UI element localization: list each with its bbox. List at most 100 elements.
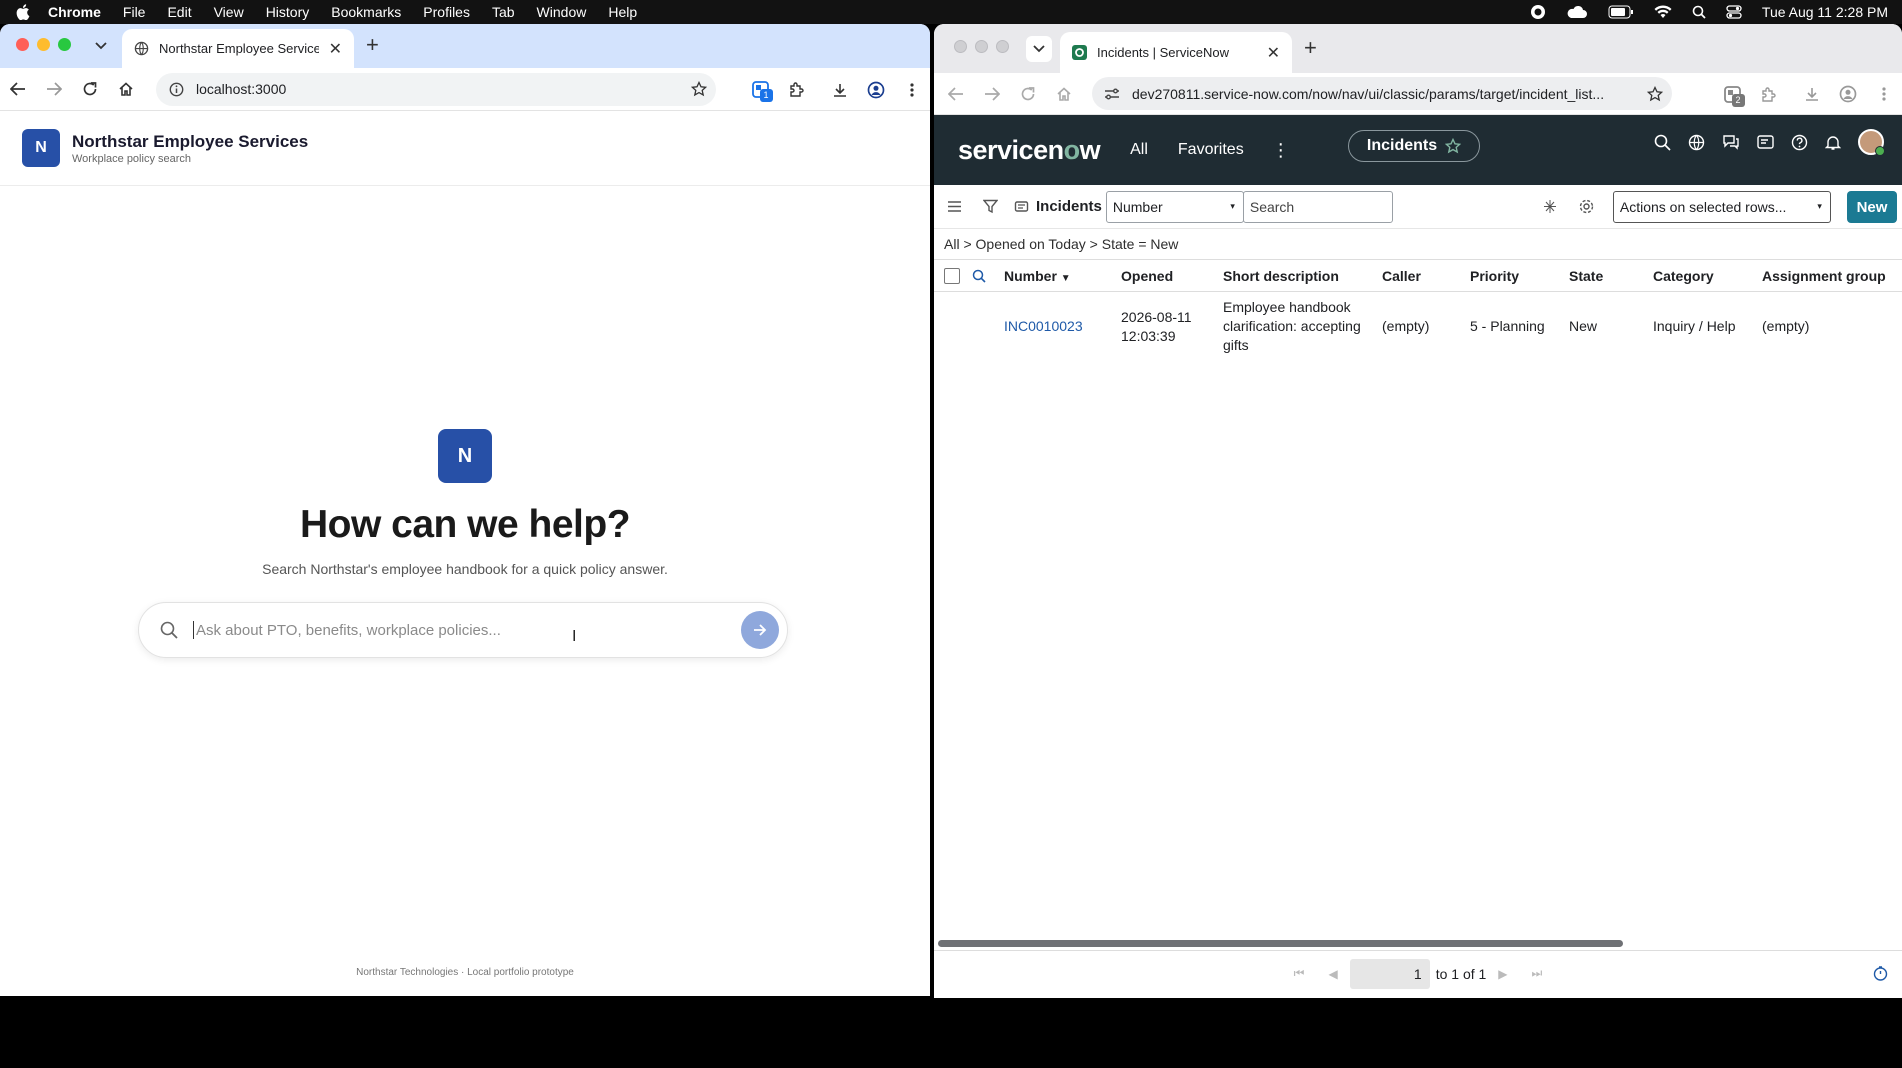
policy-search-input[interactable] — [193, 621, 741, 639]
list-tag-icon[interactable] — [1008, 199, 1034, 214]
close-window-button[interactable] — [954, 40, 967, 53]
menu-profiles[interactable]: Profiles — [412, 0, 481, 24]
wifi-icon[interactable] — [1654, 5, 1672, 19]
actions-select[interactable]: Actions on selected rows... ▾ — [1612, 190, 1831, 223]
downloads-icon[interactable] — [1794, 86, 1830, 102]
notifications-bell-icon[interactable] — [1825, 134, 1841, 151]
menu-edit[interactable]: Edit — [156, 0, 202, 24]
list-search-input[interactable]: Search — [1242, 190, 1393, 223]
column-search-icon[interactable] — [966, 259, 998, 292]
tab-northstar[interactable]: Northstar Employee Services ✕ — [122, 29, 354, 68]
menu-tab[interactable]: Tab — [481, 0, 526, 24]
zoom-window-button[interactable] — [996, 40, 1009, 53]
column-header-category[interactable]: Category — [1647, 259, 1756, 292]
list-settings-gear-icon[interactable] — [1569, 198, 1605, 215]
column-header-assignment-group[interactable]: Assignment group — [1756, 259, 1902, 292]
extension-badge-icon[interactable]: 1 — [742, 81, 778, 102]
horizontal-scrollbar[interactable] — [936, 938, 1900, 948]
first-page-icon[interactable]: ⏮ — [1294, 966, 1305, 981]
context-pill-incidents[interactable]: Incidents — [1348, 130, 1480, 162]
reload-icon[interactable] — [1010, 86, 1046, 102]
close-tab-icon[interactable]: ✕ — [1267, 43, 1280, 63]
menu-file[interactable]: File — [112, 0, 157, 24]
submit-search-button[interactable] — [741, 611, 779, 649]
column-header-opened[interactable]: Opened — [1115, 259, 1217, 292]
response-time-icon[interactable] — [1873, 966, 1888, 981]
minimize-window-button[interactable] — [975, 40, 988, 53]
incident-number-link[interactable]: INC0010023 — [998, 292, 1115, 362]
tab-servicenow[interactable]: Incidents | ServiceNow ✕ — [1060, 32, 1292, 73]
site-info-icon[interactable] — [156, 82, 196, 97]
breadcrumb[interactable]: All > Opened on Today > State = New — [934, 229, 1902, 259]
northstar-logo[interactable]: N — [22, 129, 60, 167]
globe-icon[interactable] — [1688, 134, 1705, 151]
downloads-icon[interactable] — [822, 82, 858, 98]
search-field-select[interactable]: Number ▾ — [1105, 190, 1244, 223]
column-header-caller[interactable]: Caller — [1376, 259, 1464, 292]
cloud-icon[interactable] — [1566, 4, 1588, 20]
tab-search-chevron-icon[interactable] — [1026, 36, 1052, 62]
address-bar[interactable]: localhost:3000 — [156, 72, 716, 106]
help-icon[interactable] — [1791, 134, 1808, 151]
menu-history[interactable]: History — [255, 0, 321, 24]
home-icon[interactable] — [108, 81, 144, 97]
screen-record-icon[interactable] — [1530, 4, 1546, 20]
address-bar[interactable]: dev270811.service-now.com/now/nav/ui/cla… — [1092, 77, 1672, 110]
chrome-menu-icon[interactable] — [1866, 86, 1902, 102]
menubar-clock[interactable]: Tue Aug 11 2:28 PM — [1762, 4, 1888, 20]
menu-window[interactable]: Window — [526, 0, 598, 24]
favorite-star-icon[interactable] — [1445, 138, 1462, 154]
new-tab-icon[interactable]: + — [366, 32, 379, 58]
user-avatar[interactable] — [1858, 129, 1885, 156]
nav-all[interactable]: All — [1130, 141, 1148, 159]
spotlight-search-icon[interactable] — [1692, 5, 1706, 19]
chrome-menu-icon[interactable] — [894, 82, 930, 98]
new-tab-icon[interactable]: + — [1304, 35, 1317, 61]
profile-icon[interactable] — [1830, 85, 1866, 103]
filter-icon[interactable] — [972, 199, 1008, 214]
profile-icon[interactable] — [858, 81, 894, 99]
site-settings-icon[interactable] — [1092, 87, 1132, 101]
extensions-puzzle-icon[interactable] — [778, 81, 814, 98]
control-center-icon[interactable] — [1726, 5, 1742, 19]
column-header-state[interactable]: State — [1563, 259, 1647, 292]
column-header-short-description[interactable]: Short description — [1217, 259, 1376, 292]
extension-badge-icon[interactable]: 2 — [1714, 85, 1750, 107]
search-icon[interactable] — [1654, 134, 1671, 151]
column-header-priority[interactable]: Priority — [1464, 259, 1563, 292]
menu-chrome[interactable]: Chrome — [46, 0, 112, 24]
select-all-checkbox[interactable] — [934, 259, 966, 292]
next-page-icon[interactable]: ▶ — [1498, 967, 1507, 981]
tab-search-chevron-icon[interactable] — [88, 33, 114, 59]
bookmark-star-icon[interactable] — [1638, 85, 1672, 102]
menu-bookmarks[interactable]: Bookmarks — [320, 0, 412, 24]
home-icon[interactable] — [1046, 86, 1082, 102]
hamburger-menu-icon[interactable] — [936, 201, 972, 212]
column-header-number[interactable]: Number ▼ — [998, 259, 1115, 292]
scratchpad-icon[interactable] — [1757, 134, 1774, 150]
back-icon[interactable] — [938, 86, 974, 101]
close-window-button[interactable] — [16, 38, 29, 51]
battery-icon[interactable] — [1608, 5, 1634, 19]
forward-icon[interactable] — [36, 82, 72, 96]
minimize-window-button[interactable] — [37, 38, 50, 51]
last-page-icon[interactable]: ⏭ — [1532, 966, 1543, 981]
chat-icon[interactable] — [1722, 134, 1740, 150]
apple-icon[interactable] — [0, 4, 46, 20]
scrollbar-thumb[interactable] — [938, 940, 1623, 947]
sparkle-icon[interactable] — [1533, 199, 1569, 214]
bookmark-star-icon[interactable] — [682, 81, 716, 97]
page-number-input[interactable]: 1 — [1349, 958, 1430, 989]
extensions-puzzle-icon[interactable] — [1750, 86, 1786, 103]
more-menu-icon[interactable]: ⋮ — [1272, 140, 1290, 161]
policy-search-box[interactable] — [138, 602, 788, 658]
back-icon[interactable] — [0, 82, 36, 96]
close-tab-icon[interactable]: ✕ — [329, 39, 342, 59]
servicenow-logo[interactable]: servicenow — [958, 135, 1101, 166]
menu-help[interactable]: Help — [597, 0, 648, 24]
menu-view[interactable]: View — [203, 0, 255, 24]
reload-icon[interactable] — [72, 81, 108, 97]
forward-icon[interactable] — [974, 86, 1010, 101]
previous-page-icon[interactable]: ◀ — [1328, 967, 1337, 981]
new-button[interactable]: New — [1847, 191, 1897, 223]
